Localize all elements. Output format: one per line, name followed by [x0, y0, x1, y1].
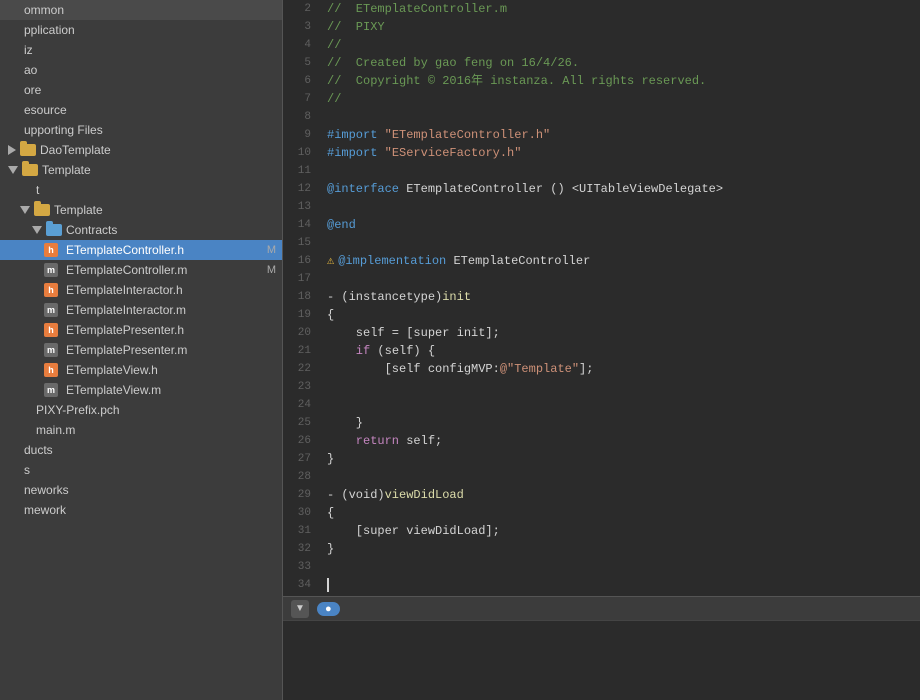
code-line: 8 [283, 108, 920, 126]
folder-blue-icon [46, 224, 62, 236]
code-line: 18 - (instancetype)init [283, 288, 920, 306]
h-file-icon: h [44, 283, 58, 297]
code-line: 20 self = [super init]; [283, 324, 920, 342]
code-line: 7 // [283, 90, 920, 108]
sidebar: ommon pplication iz ao ore esource uppor… [0, 0, 283, 700]
sidebar-item-etemplatecontroller-m[interactable]: m ETemplateController.m M [0, 260, 282, 280]
chevron-down-icon [32, 226, 42, 234]
sidebar-item-etemplateview-m[interactable]: m ETemplateView.m [0, 380, 282, 400]
sidebar-item-etemplatecontroller-h[interactable]: h ETemplateController.h M [0, 240, 282, 260]
sidebar-item-daotemplate[interactable]: DaoTemplate [0, 140, 282, 160]
h-file-icon: h [44, 243, 58, 257]
sidebar-item-pixy-prefix[interactable]: PIXY-Prefix.pch [0, 400, 282, 420]
main-content: 2 // ETemplateController.m 3 // PIXY 4 /… [283, 0, 920, 700]
code-line: 25 } [283, 414, 920, 432]
sidebar-item-etemplateview-h[interactable]: h ETemplateView.h [0, 360, 282, 380]
sidebar-item-etemplatepresenter-h[interactable]: h ETemplatePresenter.h [0, 320, 282, 340]
sidebar-item-application[interactable]: pplication [0, 20, 282, 40]
code-line: 29 - (void)viewDidLoad [283, 486, 920, 504]
collapse-button[interactable]: ▼ [291, 600, 309, 618]
sidebar-item-ore[interactable]: ore [0, 80, 282, 100]
code-line: 11 [283, 162, 920, 180]
sidebar-item-neworks[interactable]: neworks [0, 480, 282, 500]
sidebar-item-etemplateinteractor-m[interactable]: m ETemplateInteractor.m [0, 300, 282, 320]
chevron-down-icon [20, 206, 30, 214]
folder-icon [34, 204, 50, 216]
sidebar-item-s[interactable]: s [0, 460, 282, 480]
sidebar-item-contracts[interactable]: Contracts [0, 220, 282, 240]
code-line: 5 // Created by gao feng on 16/4/26. [283, 54, 920, 72]
code-line: 27 } [283, 450, 920, 468]
sidebar-item-resource[interactable]: esource [0, 100, 282, 120]
code-line: 22 [self configMVP:@"Template"]; [283, 360, 920, 378]
h-file-icon: h [44, 363, 58, 377]
code-line: 14 @end [283, 216, 920, 234]
sidebar-item-etemplateinteractor-h[interactable]: h ETemplateInteractor.h [0, 280, 282, 300]
sidebar-item-iz[interactable]: iz [0, 40, 282, 60]
sidebar-item-template2[interactable]: Template [0, 200, 282, 220]
code-line: 31 [super viewDidLoad]; [283, 522, 920, 540]
code-line: 34 [283, 576, 920, 594]
m-file-icon: m [44, 303, 58, 317]
tag-badge: ● [317, 602, 340, 616]
code-line: 28 [283, 468, 920, 486]
code-line: 12 @interface ETemplateController () <UI… [283, 180, 920, 198]
code-line: 4 // [283, 36, 920, 54]
code-line: 23 [283, 378, 920, 396]
code-line: 17 [283, 270, 920, 288]
code-line: 32 } [283, 540, 920, 558]
sidebar-item-supporting[interactable]: upporting Files [0, 120, 282, 140]
chevron-down-icon [8, 166, 18, 174]
m-file-icon: m [44, 383, 58, 397]
code-line: 19 { [283, 306, 920, 324]
h-file-icon: h [44, 323, 58, 337]
sidebar-item-template[interactable]: Template [0, 160, 282, 180]
warning-icon: ⚠ [327, 254, 334, 268]
code-line: 30 { [283, 504, 920, 522]
cursor [327, 578, 329, 592]
code-line: 9 #import "ETemplateController.h" [283, 126, 920, 144]
folder-icon [22, 164, 38, 176]
sidebar-item-t[interactable]: t [0, 180, 282, 200]
code-line: 13 [283, 198, 920, 216]
sidebar-item-ducts[interactable]: ducts [0, 440, 282, 460]
lower-panel [283, 620, 920, 700]
sidebar-item-mework[interactable]: mework [0, 500, 282, 520]
code-line: 6 // Copyright © 2016年 instanza. All rig… [283, 72, 920, 90]
code-line: 16 ⚠@implementation ETemplateController [283, 252, 920, 270]
m-file-icon: m [44, 263, 58, 277]
code-line: 21 if (self) { [283, 342, 920, 360]
folder-icon [20, 144, 36, 156]
code-line: 2 // ETemplateController.m [283, 0, 920, 18]
code-line: 10 #import "EServiceFactory.h" [283, 144, 920, 162]
code-line: 24 [283, 396, 920, 414]
sidebar-item-etemplatepresenter-m[interactable]: m ETemplatePresenter.m [0, 340, 282, 360]
sidebar-item-main-m[interactable]: main.m [0, 420, 282, 440]
m-file-icon: m [44, 343, 58, 357]
sidebar-item-gao[interactable]: ao [0, 60, 282, 80]
chevron-right-icon [8, 145, 16, 155]
bottom-bar: ▼ ● [283, 596, 920, 620]
code-line: 33 [283, 558, 920, 576]
code-line: 26 return self; [283, 432, 920, 450]
sidebar-item-common[interactable]: ommon [0, 0, 282, 20]
code-editor[interactable]: 2 // ETemplateController.m 3 // PIXY 4 /… [283, 0, 920, 596]
code-line: 15 [283, 234, 920, 252]
code-line: 3 // PIXY [283, 18, 920, 36]
